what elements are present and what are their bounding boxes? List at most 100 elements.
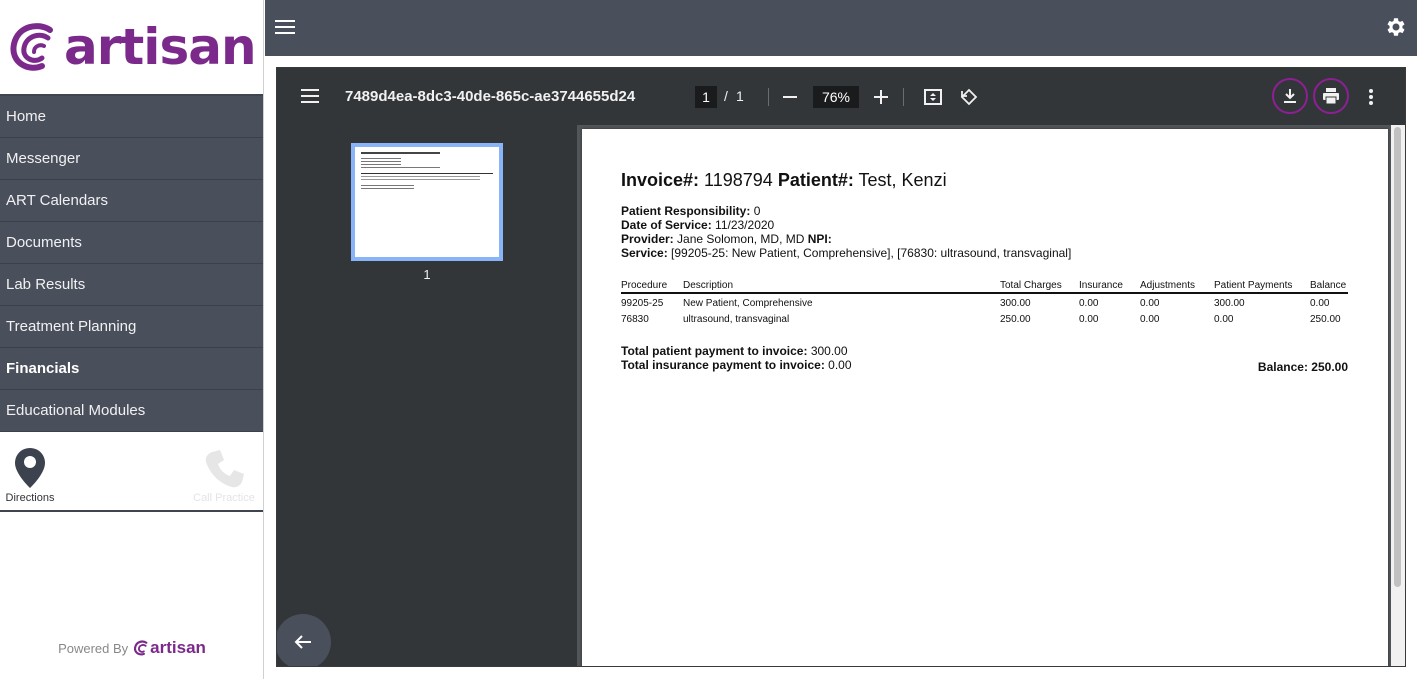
procedures-table: Procedure Description Total Charges Insuran… xyxy=(621,280,1348,326)
table-cell: 0.00 xyxy=(1079,298,1099,309)
sidebar-item-documents[interactable]: Documents xyxy=(0,222,263,264)
zoom-out-icon[interactable] xyxy=(781,88,799,106)
column-header: Description xyxy=(683,280,1000,294)
column-header: Balance xyxy=(1310,280,1348,294)
artisan-swirl-icon xyxy=(10,23,53,71)
sidebar-item-lab-results[interactable]: Lab Results xyxy=(0,264,263,306)
responsibility-value: 0 xyxy=(753,204,761,218)
rotate-icon[interactable] xyxy=(959,87,979,107)
directions-button[interactable]: Directions xyxy=(0,446,65,504)
sidebar-item-treatment-planning[interactable]: Treatment Planning xyxy=(0,306,263,348)
call-practice-button[interactable]: Call Practice xyxy=(189,446,259,504)
page-total: 1 xyxy=(736,88,744,104)
table-row: 99205-25 New Patient, Comprehensive 300.00… xyxy=(621,293,1348,310)
sidebar-toggle-icon[interactable] xyxy=(301,87,319,105)
total-insurance-value: 0.00 xyxy=(828,358,852,372)
thumbnail-page-number: 1 xyxy=(423,267,431,282)
sidebar-item-label: Educational Modules xyxy=(6,402,146,419)
service-value: [99205-25: New Patient, Comprehensive], … xyxy=(671,246,1072,260)
powered-by: Powered By artisan xyxy=(0,638,264,658)
hamburger-icon[interactable] xyxy=(275,17,297,39)
table-cell: 0.00 xyxy=(1079,314,1099,325)
powered-brand-logo: artisan xyxy=(134,638,206,658)
print-icon xyxy=(1323,88,1339,105)
brand-logo[interactable]: artisan xyxy=(0,0,263,96)
provider-label: Provider: xyxy=(621,232,674,246)
column-header: Adjustments xyxy=(1140,280,1214,294)
table-cell: 0.00 xyxy=(1140,298,1160,309)
back-button[interactable] xyxy=(277,614,331,666)
service-label: Service: xyxy=(621,246,668,260)
pdf-page: Invoice#: 1198794 Patient#: Test, Kenzi … xyxy=(582,129,1388,666)
invoice-details: Patient Responsibility: 0 Date of Servic… xyxy=(621,204,1348,260)
download-icon xyxy=(1284,89,1296,103)
totals-section: Total patient payment to invoice: 300.00… xyxy=(621,344,1348,374)
table-cell: ultrasound, transvaginal xyxy=(683,314,790,325)
column-header: Insurance xyxy=(1079,280,1140,294)
invoice-heading: Invoice#: 1198794 Patient#: Test, Kenzi xyxy=(621,169,1348,191)
provider-value: Jane Solomon, MD, MD xyxy=(677,232,805,246)
powered-by-label: Powered By xyxy=(58,640,129,656)
column-header: Procedure xyxy=(621,280,683,294)
column-header: Patient Payments xyxy=(1214,280,1310,294)
total-patient-row: Total patient payment to invoice: 300.00 xyxy=(621,344,1348,358)
fit-to-page-icon[interactable] xyxy=(923,87,943,107)
scrollbar[interactable] xyxy=(1391,125,1405,666)
zoom-in-icon[interactable] xyxy=(872,88,890,106)
download-button[interactable] xyxy=(1272,78,1308,114)
table-cell: 0.00 xyxy=(1310,298,1330,309)
powered-brand-name: artisan xyxy=(150,638,206,657)
table-body: 99205-25 New Patient, Comprehensive 300.00… xyxy=(621,293,1348,326)
gear-icon[interactable] xyxy=(1383,15,1407,39)
sidebar-item-label: Messenger xyxy=(6,150,81,167)
thumbnail-preview xyxy=(355,147,499,194)
table-cell: 300.00 xyxy=(1214,298,1245,309)
sidebar-nav: Home Messenger ART Calendars Documents Lab R… xyxy=(0,96,263,432)
zoom-level-input[interactable]: 76% xyxy=(813,86,859,108)
table-cell: New Patient, Comprehensive xyxy=(683,298,813,309)
sidebar-item-label: Home xyxy=(6,108,47,125)
sidebar: artisan Home Messenger ART Calendars Docume… xyxy=(0,0,264,679)
balance-label: Balance: xyxy=(1257,360,1308,374)
sidebar-item-label: Documents xyxy=(6,234,82,251)
total-insurance-row: Total insurance payment to invoice: 0.00 xyxy=(621,358,1348,372)
table-cell: 300.00 xyxy=(1000,298,1031,309)
sidebar-item-label: ART Calendars xyxy=(6,192,108,209)
pdf-toolbar: 7489d4ea-8dc3-40de-865c-ae3744655d24 1 /… xyxy=(277,68,1405,125)
npi-label: NPI: xyxy=(807,232,832,246)
page-separator: / xyxy=(724,88,728,104)
total-patient-label: Total patient payment to invoice: xyxy=(621,344,808,358)
table-cell: 0.00 xyxy=(1214,314,1234,325)
document-title: 7489d4ea-8dc3-40de-865c-ae3744655d24 xyxy=(345,88,636,105)
sidebar-item-educational-modules[interactable]: Educational Modules xyxy=(0,390,263,432)
toolbar-divider xyxy=(903,88,904,106)
invoice-number: 1198794 xyxy=(704,170,773,190)
page-thumbnail[interactable] xyxy=(351,143,503,261)
date-of-service-row: Date of Service: 11/23/2020 xyxy=(621,218,1348,232)
service-row: Service: [99205-25: New Patient, Compreh… xyxy=(621,246,1348,260)
map-pin-icon xyxy=(15,448,45,488)
more-options-icon[interactable] xyxy=(1361,87,1381,107)
table-cell: 250.00 xyxy=(1000,314,1031,325)
table-header-row: Procedure Description Total Charges Insuran… xyxy=(621,280,1348,294)
phone-icon xyxy=(205,450,244,488)
thumbnail-panel: 1 xyxy=(277,125,577,666)
page-number-input[interactable]: 1 xyxy=(695,86,717,108)
brand-name: artisan xyxy=(64,18,257,76)
responsibility-row: Patient Responsibility: 0 xyxy=(621,204,1348,218)
table-cell: 76830 xyxy=(621,314,649,325)
scrollbar-thumb[interactable] xyxy=(1394,127,1401,587)
table-cell: 250.00 xyxy=(1310,314,1341,325)
column-header: Total Charges xyxy=(1000,280,1079,294)
sidebar-item-messenger[interactable]: Messenger xyxy=(0,138,263,180)
sidebar-item-art-calendars[interactable]: ART Calendars xyxy=(0,180,263,222)
sidebar-item-home[interactable]: Home xyxy=(0,96,263,138)
sidebar-item-label: Treatment Planning xyxy=(6,318,137,335)
dos-value: 11/23/2020 xyxy=(715,218,775,232)
sidebar-item-financials[interactable]: Financials xyxy=(0,348,263,390)
dos-label: Date of Service: xyxy=(621,218,712,232)
app: artisan Home Messenger ART Calendars Docume… xyxy=(0,0,1417,679)
patient-label: Patient#: xyxy=(777,170,854,190)
print-button[interactable] xyxy=(1313,78,1349,114)
directions-label: Directions xyxy=(5,492,55,504)
